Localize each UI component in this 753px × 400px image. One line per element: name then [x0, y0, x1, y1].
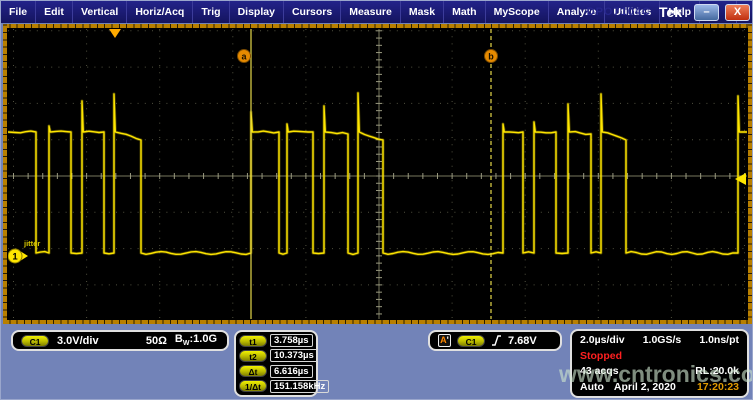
graticule-left-ruler [3, 24, 7, 324]
menu-item-edit[interactable]: Edit [36, 1, 73, 23]
resolution-value: 1.0ns/pt [699, 334, 739, 346]
menu-item-math[interactable]: Math [444, 1, 486, 23]
acquisition-count: 43 acqs [580, 365, 619, 377]
timebase-value: 2.0µs/div [580, 334, 625, 346]
channel1-reference-marker[interactable]: 1 [8, 249, 28, 263]
trigger-a-badge: A' [438, 334, 451, 347]
sample-rate-value: 1.0GS/s [643, 334, 682, 346]
channel1-trace [8, 93, 747, 254]
timebase-row: 2.0µs/div 1.0GS/s 1.0ns/pt [580, 334, 739, 346]
trigger-position-marker-icon[interactable] [109, 29, 121, 38]
menu-item-horiz-acq[interactable]: Horiz/Acq [127, 1, 193, 23]
trigger-mode: Auto [580, 381, 604, 393]
menu-item-vertical[interactable]: Vertical [73, 1, 127, 23]
cursor-a[interactable]: a [238, 29, 252, 319]
horizontal-readout[interactable]: 2.0µs/div 1.0GS/s 1.0ns/pt Stopped 43 ac… [570, 329, 749, 398]
inv-dt-value: 151.158kHz [270, 380, 329, 393]
t2-value: 10.373µs [270, 349, 318, 362]
scope-model-label: DPO7104C [587, 6, 651, 18]
dt-badge: Δt [239, 365, 267, 377]
trigger-source-badge: C1 [457, 335, 485, 347]
bandwidth-value: BW:1.0G [175, 333, 217, 347]
graticule-top-ruler [3, 24, 752, 28]
readout-panel: C1 3.0V/div 50Ω BW:1.0G t1 3.758µs t2 10… [1, 324, 753, 400]
cursor-row-inv-dt: 1/Δt 151.158kHz [239, 380, 313, 393]
oscilloscope-window: FileEditVerticalHoriz/AcqTrigDisplayCurs… [0, 0, 753, 400]
menu-item-cursors[interactable]: Cursors [284, 1, 341, 23]
trigger-readout[interactable]: A' C1 7.68V [428, 330, 562, 351]
graticule-area: a b 1 jitter [8, 29, 747, 319]
svg-text:1: 1 [12, 252, 18, 263]
datetime-row: Auto April 2, 2020 17:20:23 [580, 381, 739, 393]
dt-value: 6.616µs [270, 365, 313, 378]
minimize-button[interactable]: – [694, 4, 719, 21]
cursor-readout[interactable]: t1 3.758µs t2 10.373µs Δt 6.616µs 1/Δt 1… [234, 330, 318, 397]
titlebar-right: DPO7104C Tek – X [587, 1, 750, 23]
menu-item-file[interactable]: File [1, 1, 36, 23]
menubar: FileEditVerticalHoriz/AcqTrigDisplayCurs… [1, 1, 753, 23]
rising-edge-icon [491, 334, 502, 347]
inv-dt-badge: 1/Δt [239, 380, 267, 392]
channel-badge[interactable]: C1 [21, 335, 49, 347]
menu-item-measure[interactable]: Measure [341, 1, 401, 23]
date-value: April 2, 2020 [614, 381, 676, 393]
t2-badge: t2 [239, 350, 267, 362]
cursor-row-t1: t1 3.758µs [239, 334, 313, 347]
svg-text:b: b [488, 52, 494, 62]
channel-readout[interactable]: C1 3.0V/div 50Ω BW:1.0G [11, 330, 229, 351]
acquisition-status-row: Stopped [580, 350, 739, 362]
time-value: 17:20:23 [697, 381, 739, 393]
cursor-row-dt: Δt 6.616µs [239, 365, 313, 378]
grid [8, 29, 747, 319]
close-button[interactable]: X [725, 4, 750, 21]
acquisition-status: Stopped [580, 350, 622, 362]
vertical-scale-value: 3.0V/div [57, 335, 99, 347]
menu-item-display[interactable]: Display [230, 1, 284, 23]
menu-item-trig[interactable]: Trig [193, 1, 229, 23]
trigger-level-value: 7.68V [508, 335, 537, 347]
impedance-value: 50Ω [146, 335, 167, 347]
t1-value: 3.758µs [270, 334, 313, 347]
t1-badge: t1 [239, 335, 267, 347]
jitter-annotation: jitter [23, 239, 40, 248]
menu-item-mask[interactable]: Mask [401, 1, 444, 23]
acquisition-count-row: 43 acqs RL:20.0k [580, 365, 739, 377]
tek-logo: Tek [659, 4, 682, 20]
record-length: RL:20.0k [695, 365, 739, 377]
menu-item-myscope[interactable]: MyScope [486, 1, 549, 23]
waveform-display: a b 1 jitter [3, 24, 752, 324]
graticule-right-ruler [748, 24, 752, 324]
cursor-row-t2: t2 10.373µs [239, 349, 313, 362]
